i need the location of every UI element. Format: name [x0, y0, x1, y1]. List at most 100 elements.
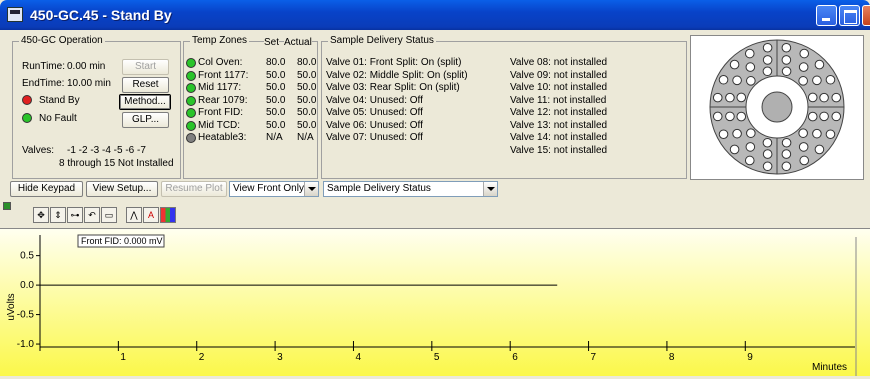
- zone-status-led: [186, 108, 196, 118]
- sample-delivery-legend: Sample Delivery Status: [328, 35, 436, 46]
- zone-actual-value: 50.0: [297, 119, 317, 131]
- annotate-icon[interactable]: A: [143, 207, 159, 223]
- vial-slot[interactable]: [736, 92, 747, 103]
- valve-status-item: Valve 10: not installed: [510, 82, 608, 93]
- vial-slot[interactable]: [762, 161, 773, 172]
- zone-status-led: [186, 133, 196, 143]
- fault-status-text: No Fault: [39, 113, 77, 124]
- autosampler-tray[interactable]: [690, 35, 864, 180]
- vial-slot[interactable]: [744, 48, 755, 59]
- vial-slot[interactable]: [812, 75, 822, 86]
- zone-status-led: [186, 70, 196, 81]
- status-select[interactable]: Sample Delivery Status: [323, 181, 498, 197]
- valve-status-item: Valve 14: not installed: [510, 132, 608, 143]
- move-icon[interactable]: ✥: [33, 207, 49, 223]
- chromatogram-chart[interactable]: 0.5 0.0 -0.5 -1.0 1 2 3 4 5 6 7 8 9 uVolts Minutes Fron…: [0, 228, 870, 376]
- vial-slot[interactable]: [762, 66, 773, 77]
- peak-icon[interactable]: ⋀: [126, 207, 142, 223]
- zone-set-value: N/A: [266, 132, 283, 143]
- vial-slot[interactable]: [732, 75, 742, 86]
- vial-slot[interactable]: [798, 142, 809, 152]
- vial-slot[interactable]: [831, 111, 842, 122]
- method-button[interactable]: Method...: [119, 94, 171, 110]
- vial-slot[interactable]: [732, 128, 742, 139]
- vial-slot[interactable]: [799, 48, 810, 59]
- vial-slot[interactable]: [807, 111, 818, 122]
- reset-button[interactable]: Reset: [122, 77, 169, 93]
- x-tick-label: 9: [747, 352, 753, 363]
- title-bar[interactable]: 450-GC.45 - Stand By: [0, 0, 870, 30]
- valve-status-item: Valve 05: Unused: Off: [326, 107, 423, 118]
- vial-slot[interactable]: [819, 92, 829, 103]
- color-grid-icon[interactable]: [160, 207, 176, 223]
- y-tick-label: -1.0: [17, 339, 35, 350]
- vial-slot[interactable]: [798, 62, 809, 72]
- vial-slot[interactable]: [729, 144, 740, 155]
- vial-slot[interactable]: [781, 42, 792, 53]
- vial-slot[interactable]: [718, 129, 729, 140]
- vial-slot[interactable]: [725, 111, 735, 122]
- maximize-button[interactable]: [839, 5, 860, 26]
- valve-status-item: Valve 09: not installed: [510, 69, 608, 81]
- glp-button[interactable]: GLP...: [122, 112, 169, 128]
- vial-slot[interactable]: [745, 62, 756, 72]
- zoom-icon[interactable]: ⇕: [50, 207, 66, 223]
- close-button[interactable]: [862, 5, 870, 26]
- vial-slot[interactable]: [781, 149, 792, 159]
- valve-status-item: Valve 01: Front Split: On (split): [326, 57, 462, 68]
- vial-slot[interactable]: [781, 137, 792, 148]
- vial-slot[interactable]: [781, 55, 792, 65]
- vial-slot[interactable]: [814, 144, 825, 155]
- hide-keypad-button[interactable]: Hide Keypad: [10, 181, 83, 197]
- app-icon[interactable]: [7, 7, 23, 22]
- vial-slot[interactable]: [831, 92, 842, 103]
- vial-slot[interactable]: [762, 42, 773, 53]
- vial-slot[interactable]: [798, 76, 808, 86]
- valve-status-item: Valve 15: not installed: [510, 144, 608, 156]
- vial-slot[interactable]: [745, 142, 756, 152]
- vial-slot[interactable]: [744, 155, 755, 166]
- vial-slot[interactable]: [746, 76, 756, 86]
- vial-slot[interactable]: [825, 129, 836, 140]
- view-setup-button[interactable]: View Setup...: [86, 181, 158, 197]
- vial-slot[interactable]: [781, 66, 792, 77]
- vial-slot[interactable]: [762, 55, 773, 65]
- expand-marker-icon[interactable]: [3, 202, 11, 210]
- window-icon[interactable]: ▭: [101, 207, 117, 223]
- valves-not-installed: 8 through 15 Not Installed: [59, 158, 174, 169]
- vial-slot[interactable]: [825, 74, 836, 85]
- tray-graphic: [709, 39, 845, 175]
- vial-slot[interactable]: [812, 128, 822, 139]
- vial-slot[interactable]: [819, 111, 829, 122]
- zone-name: Col Oven:: [198, 57, 243, 68]
- vial-slot[interactable]: [814, 59, 825, 70]
- main-window: 450-GC.45 - Stand By 450-GC Operation Ru…: [0, 0, 870, 376]
- undo-icon[interactable]: ↶: [84, 207, 100, 223]
- vial-slot[interactable]: [729, 59, 740, 70]
- minimize-button[interactable]: [816, 5, 837, 26]
- vial-slot[interactable]: [781, 161, 792, 172]
- vial-slot[interactable]: [807, 92, 818, 103]
- endtime-label: EndTime:: [22, 78, 65, 89]
- chevron-down-icon[interactable]: [483, 182, 497, 196]
- valve-status-item: Valve 11: not installed: [510, 94, 607, 106]
- vial-slot[interactable]: [712, 92, 723, 103]
- vial-slot[interactable]: [718, 74, 729, 85]
- chevron-down-icon[interactable]: [304, 182, 318, 196]
- vial-slot[interactable]: [762, 149, 773, 159]
- resume-plot-button[interactable]: Resume Plot: [161, 181, 227, 197]
- vial-slot[interactable]: [798, 128, 808, 138]
- vial-slot[interactable]: [712, 111, 723, 122]
- vial-slot[interactable]: [736, 111, 747, 122]
- start-button[interactable]: Start: [122, 59, 169, 75]
- vial-slot[interactable]: [725, 92, 735, 103]
- zone-set-value: 50.0: [266, 107, 286, 118]
- view-select[interactable]: View Front Only: [229, 181, 319, 197]
- vial-slot[interactable]: [746, 128, 756, 138]
- vial-slot[interactable]: [762, 137, 773, 148]
- x-tick-label: 6: [512, 352, 518, 363]
- vial-slot[interactable]: [799, 155, 810, 166]
- x-tick-label: 4: [355, 352, 361, 363]
- pan-icon[interactable]: ⊶: [67, 207, 83, 223]
- zone-status-led: [186, 83, 196, 93]
